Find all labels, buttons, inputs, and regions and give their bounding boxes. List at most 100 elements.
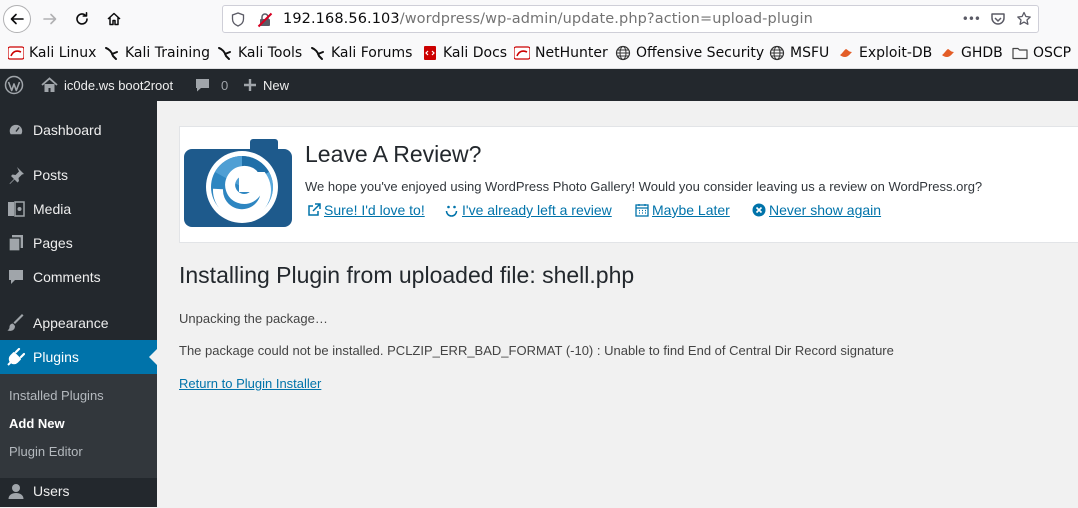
sidebar-label: Users [33,483,70,499]
smile-icon [445,205,458,217]
kali-forums-icon [311,47,324,60]
sidebar-label: Posts [33,167,69,183]
sidebar-label: Media [33,201,72,217]
review-yes-link[interactable]: Sure! I'd love to! [307,202,425,218]
arrow-left-icon [10,13,24,25]
bookmark-kali-training[interactable]: Kali Training [104,45,210,61]
bookmark-nethunter[interactable]: NetHunter [514,45,608,61]
kali-dragon-icon [8,46,24,60]
back-button[interactable] [3,5,31,33]
reload-button[interactable] [68,5,96,33]
pages-icon [7,234,25,252]
bookmark-kali-linux[interactable]: Kali Linux [8,45,96,61]
home-icon [41,77,58,92]
wp-logo-menu[interactable] [4,69,24,101]
sidebar-item-pages[interactable]: Pages [0,226,157,260]
bookmark-label: MSFU [790,45,830,61]
sidebar-label: Comments [33,269,101,285]
sidebar-item-plugins[interactable]: Plugins [0,340,157,374]
url-text[interactable]: 192.168.56.103/wordpress/wp-admin/update… [283,11,813,27]
bookmark-exploit-db[interactable]: Exploit-DB [838,45,932,61]
insecure-lock-icon[interactable] [257,12,273,28]
external-link-icon [308,203,321,216]
home-button[interactable] [100,5,128,33]
review-later-link[interactable]: Maybe Later [635,202,730,218]
bookmark-label: Kali Forums [331,45,413,61]
sidebar-item-users[interactable]: Users [0,474,157,508]
notice-title: Leave A Review? [305,141,482,167]
sidebar-item-comments[interactable]: Comments [0,260,157,294]
bookmark-label: GHDB [961,45,1003,61]
bookmark-label: Kali Linux [29,45,97,61]
plus-icon [244,79,256,91]
error-message: The package could not be installed. PCLZ… [179,343,894,358]
comments-icon [7,268,25,286]
kali-training-icon [105,47,118,60]
review-done-label: I've already left a review [462,202,612,218]
bookmarks-toolbar: Kali Linux Kali Training Kali Tools Kali… [0,38,1078,69]
pocket-icon[interactable] [990,11,1006,27]
bookmark-oscp[interactable]: OSCP [1012,45,1071,61]
shield-icon[interactable] [231,12,245,27]
sidebar-label: Plugins [33,349,79,365]
url-bar[interactable]: 192.168.56.103/wordpress/wp-admin/update… [222,5,1039,33]
bookmark-ghdb[interactable]: GHDB [940,45,1003,61]
return-to-installer-link[interactable]: Return to Plugin Installer [179,376,321,391]
wp-admin-bar: ic0de.ws boot2root 0 New [0,69,1078,101]
plugin-icon [7,348,25,366]
site-name: ic0de.ws boot2root [64,77,174,93]
page-title: Installing Plugin from uploaded file: sh… [179,262,635,288]
bookmark-kali-forums[interactable]: Kali Forums [310,45,412,61]
submenu-installed-plugins[interactable]: Installed Plugins [9,388,104,403]
close-circle-icon [752,203,766,217]
nethunter-icon [514,46,530,60]
review-yes-label: Sure! I'd love to! [324,202,425,218]
plugins-submenu: Installed Plugins Add New Plugin Editor [0,374,157,478]
review-later-label: Maybe Later [652,202,730,218]
submenu-plugin-editor[interactable]: Plugin Editor [9,444,83,459]
reload-icon [76,12,88,25]
comments-count: 0 [221,77,229,93]
browser-toolbar: 192.168.56.103/wordpress/wp-admin/update… [0,0,1078,38]
submenu-add-new[interactable]: Add New [9,416,65,431]
pin-icon [7,166,25,184]
kali-docs-icon [424,46,436,60]
bookmark-msfu[interactable]: MSFU [769,45,829,61]
globe-icon [615,45,631,61]
sidebar-label: Dashboard [33,122,102,138]
comment-bubble-icon [196,79,209,92]
bookmark-label: Kali Docs [443,45,508,61]
comments-menu[interactable]: 0 [194,69,228,101]
exploitdb-icon [840,49,852,57]
bookmark-offensive-security[interactable]: Offensive Security [615,45,764,61]
brush-icon [7,314,25,332]
page-actions-icon[interactable]: ••• [962,12,981,26]
review-never-label: Never show again [769,202,882,218]
url-path: /wordpress/wp-admin/update.php?action=up… [399,11,813,27]
bookmark-label: Kali Training [125,45,210,61]
review-notice: Leave A Review? We hope you've enjoyed u… [179,126,1078,243]
bookmark-label: Exploit-DB [859,45,933,61]
sidebar-item-posts[interactable]: Posts [0,158,157,192]
arrow-right-icon [43,13,57,25]
sidebar-label: Pages [33,235,73,251]
admin-sidebar: Dashboard Posts Media Pages Comments App… [0,101,157,507]
unpacking-message: Unpacking the package… [179,311,328,326]
site-name-menu[interactable]: ic0de.ws boot2root [41,69,173,101]
users-icon [7,482,25,500]
bookmark-kali-tools[interactable]: Kali Tools [217,45,302,61]
bookmark-kali-docs[interactable]: Kali Docs [422,45,507,61]
notice-text: We hope you've enjoyed using WordPress P… [305,179,983,194]
bookmark-label: NetHunter [535,45,608,61]
forward-button[interactable] [36,5,64,33]
photo-gallery-logo [184,139,292,227]
new-content-menu[interactable]: New [243,69,289,101]
sidebar-item-dashboard[interactable]: Dashboard [0,113,157,147]
sidebar-item-appearance[interactable]: Appearance [0,306,157,340]
bookmark-label: Offensive Security [636,45,765,61]
bookmark-label: OSCP [1033,45,1072,61]
review-done-link[interactable]: I've already left a review [444,202,612,218]
sidebar-item-media[interactable]: Media [0,192,157,226]
review-never-link[interactable]: Never show again [752,202,881,218]
bookmark-star-icon[interactable] [1016,11,1032,27]
